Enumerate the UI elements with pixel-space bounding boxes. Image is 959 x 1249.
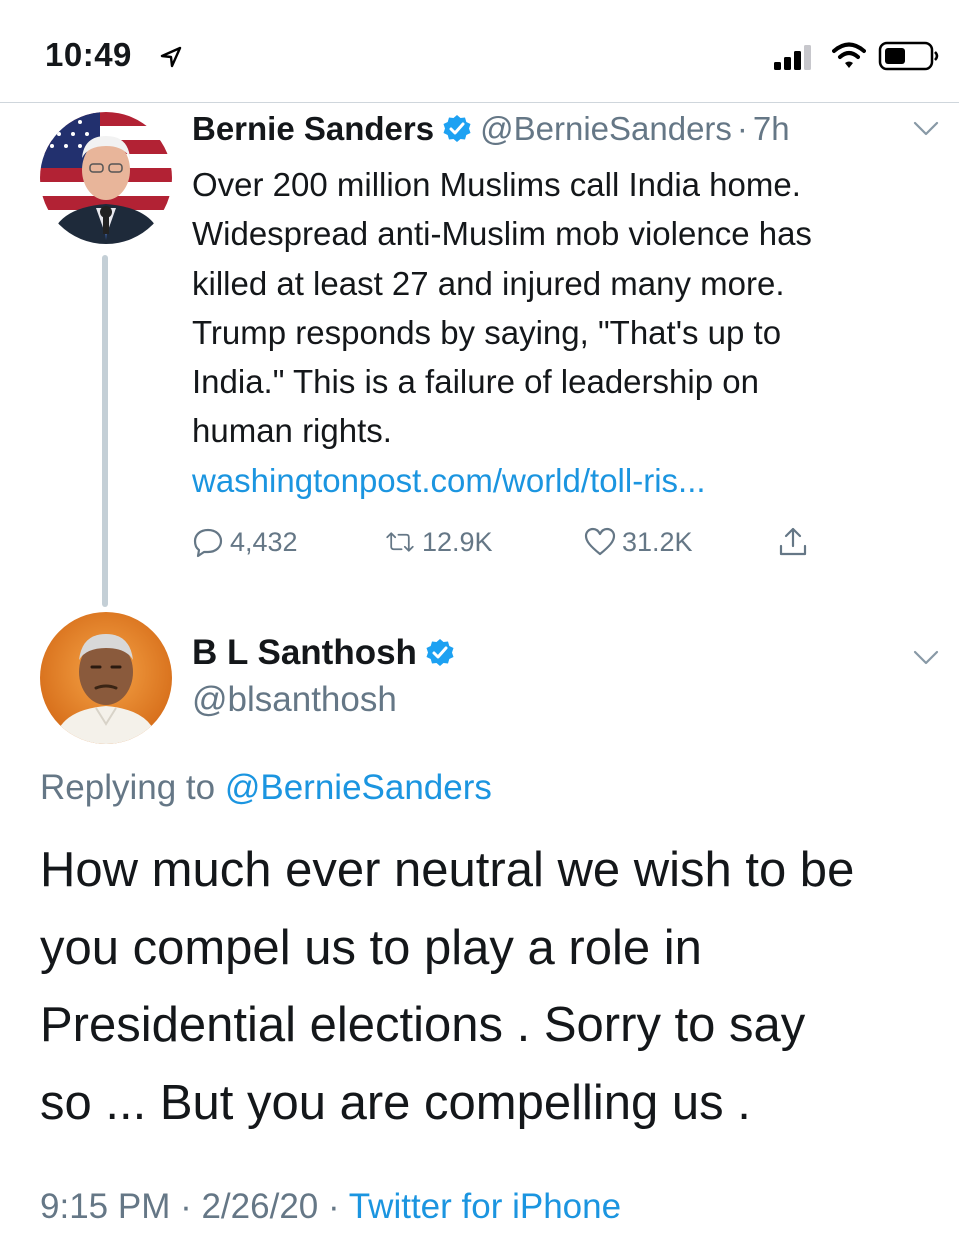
reply-count: 4,432 [230,526,298,557]
replying-to-label: Replying to [40,768,225,807]
verified-badge-icon [426,639,454,666]
tweet1-text-line: Widespread anti-Muslim mob violence has [192,215,812,253]
tweet2-source[interactable]: Twitter for iPhone [349,1187,621,1226]
like-button[interactable]: 31.2K [584,522,693,562]
reply-icon [193,528,223,558]
retweet-count: 12.9K [422,526,493,557]
avatar-image [40,612,172,744]
meta-separator: · [170,1187,202,1226]
verified-badge-icon [443,115,471,142]
retweet-icon [386,532,414,552]
tweet1-separator: · [736,110,748,147]
tweet1-text: Over 200 million Muslims call India home… [192,160,942,505]
avatar-bl-santhosh[interactable] [40,612,172,744]
avatar-bernie-sanders[interactable] [40,112,172,244]
share-button[interactable] [777,522,815,562]
tweet2-time: 9:15 PM [40,1187,171,1226]
tweet2-date: 2/26/20 [201,1187,319,1226]
status-time: 10:49 [45,36,132,73]
tweet1-text-line: killed at least 27 and injured many more… [192,264,785,302]
reply-button[interactable]: 4,432 [192,522,298,562]
chevron-down-icon[interactable] [913,650,939,666]
tweet2-text-line: How much ever neutral we wish to be [40,843,855,897]
tweet1-text-line: Over 200 million Muslims call India home… [192,166,801,203]
location-arrow-icon [160,46,182,68]
tweet2-text-line: you compel us to play a role in [40,920,702,975]
tweet2-meta: 9:15 PM · 2/26/20 · Twitter for iPhone [40,1187,621,1227]
replying-to: Replying to @BernieSanders [40,768,492,808]
share-icon [779,527,807,556]
tweet1-text-line: Trump responds by saying, "That's up to [192,313,782,351]
retweet-button[interactable]: 12.9K [384,522,493,562]
avatar-image [40,112,172,244]
wifi-icon [832,42,866,68]
tweet2-author-handle[interactable]: @blsanthosh [192,680,397,720]
meta-separator: · [318,1187,349,1226]
replying-to-handle[interactable]: @BernieSanders [225,768,492,807]
thread-connector-line [102,255,108,607]
like-count: 31.2K [622,526,693,557]
status-bar-divider [0,102,959,103]
tweet2-text-line: Presidential elections . Sorry to say [40,998,806,1052]
tweet2-author-name[interactable]: B L Santhosh [192,633,417,673]
tweet1-text-line: India." This is a failure of leadership … [192,363,759,401]
tweet1-header: Bernie Sanders @BernieSanders · 7h [192,110,790,148]
tweet1-link[interactable]: washingtonpost.com/world/toll-ris... [192,456,942,505]
heart-icon [584,527,616,556]
tweet1-age: 7h [752,110,790,147]
tweet2-text: How much ever neutral we wish to be you … [40,832,940,1142]
battery-icon [878,41,939,71]
tweet1-text-line: human rights. [192,412,392,450]
tweet1-author-name[interactable]: Bernie Sanders [192,110,434,148]
tweet2-author-row: B L Santhosh [192,633,463,673]
tweet1-author-handle[interactable]: @BernieSanders [480,110,732,148]
chevron-down-icon[interactable] [913,121,939,137]
tweet2-text-line: so ... But you are compelling us . [40,1075,751,1130]
cellular-signal-icon [774,45,811,70]
